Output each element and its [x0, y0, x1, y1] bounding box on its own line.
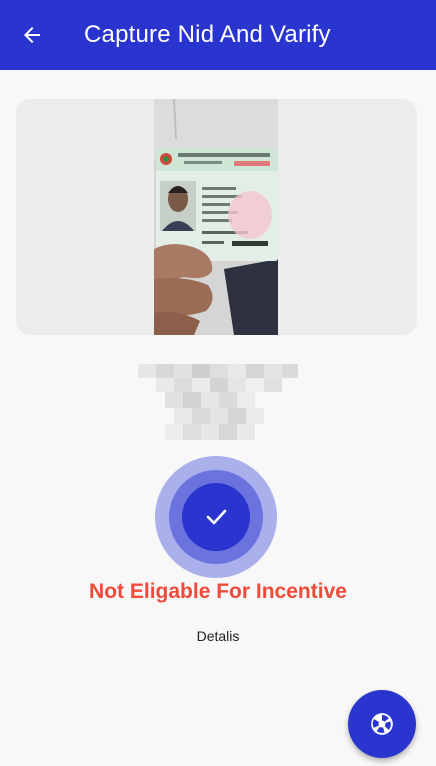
nid-photo-card — [16, 99, 417, 335]
verification-status-indicator — [155, 456, 277, 578]
status-rings — [155, 456, 277, 578]
capture-button[interactable] — [348, 690, 416, 758]
redacted-info — [138, 364, 298, 440]
camera-shutter-icon — [371, 713, 393, 735]
back-button[interactable] — [12, 15, 52, 55]
details-link[interactable]: Detalis — [0, 628, 436, 644]
arrow-left-icon — [24, 27, 40, 43]
nid-photo — [154, 99, 278, 335]
app-bar: Capture Nid And Varify — [0, 0, 436, 70]
nid-photo-image — [154, 99, 278, 335]
page-title: Capture Nid And Varify — [84, 21, 331, 48]
eligibility-status-text: Not Eligable For Incentive — [89, 580, 347, 603]
pixelated-blur — [138, 364, 298, 440]
app-screen: Capture Nid And Varify Not Eligable For … — [0, 0, 436, 766]
